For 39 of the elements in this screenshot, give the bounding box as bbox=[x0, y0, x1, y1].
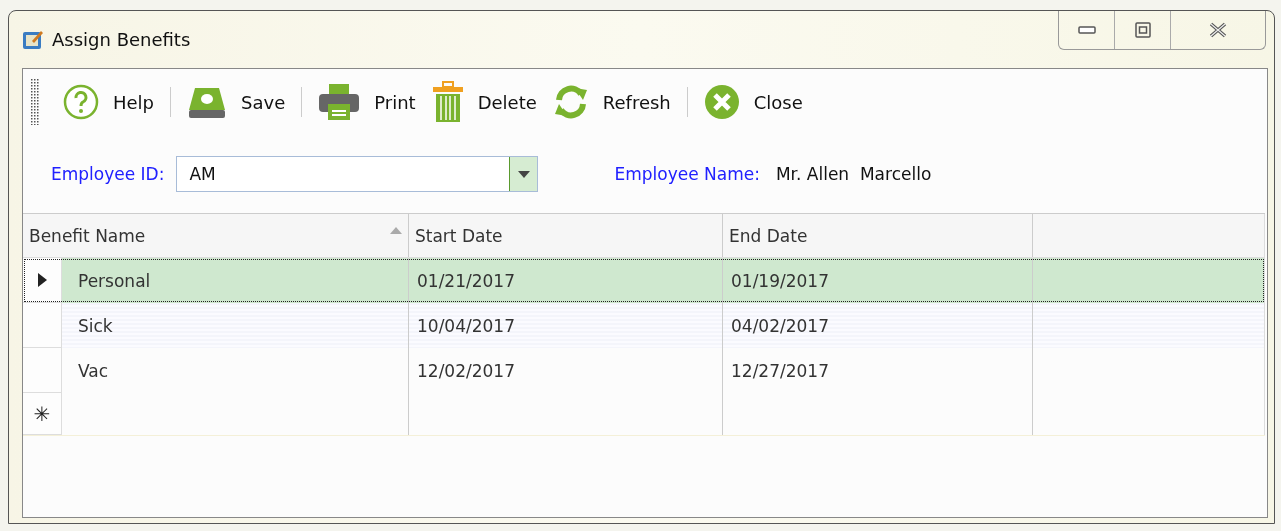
close-icon bbox=[1208, 22, 1228, 38]
new-row-marker: ✳ bbox=[33, 401, 51, 426]
refresh-icon bbox=[552, 84, 589, 120]
current-row-icon bbox=[37, 273, 47, 287]
table-cell: 04/02/2017 bbox=[731, 315, 829, 336]
table-cell: Personal bbox=[78, 270, 151, 291]
table-cell: Vac bbox=[78, 360, 109, 381]
print-button[interactable]: Print bbox=[312, 78, 422, 126]
trash-can-icon bbox=[431, 81, 464, 123]
delete-button[interactable]: Delete bbox=[425, 78, 543, 126]
employee-name-value: Mr. Allen Marcello bbox=[775, 164, 932, 184]
notepad-pencil-icon bbox=[22, 29, 44, 51]
dropdown-arrow-icon bbox=[517, 170, 530, 178]
table-row[interactable]: Vac 12/02/2017 12/27/2017 bbox=[23, 348, 1265, 393]
toolbar-grip-icon[interactable] bbox=[31, 79, 39, 125]
table-cell: 10/04/2017 bbox=[417, 315, 515, 336]
table-cell: 01/21/2017 bbox=[417, 270, 515, 291]
employee-id-label: Employee ID: bbox=[51, 164, 165, 184]
window-title: Assign Benefits bbox=[52, 29, 191, 50]
close-button[interactable]: Close bbox=[697, 78, 809, 126]
minimize-icon bbox=[1077, 26, 1096, 34]
employee-name-label: Employee Name: bbox=[614, 164, 760, 184]
column-header[interactable]: End Date bbox=[723, 214, 1033, 257]
help-icon bbox=[63, 84, 99, 120]
table-cell: Sick bbox=[78, 315, 113, 336]
save-button[interactable]: Save bbox=[181, 78, 292, 126]
table-cell: 12/02/2017 bbox=[417, 360, 515, 381]
column-header[interactable]: Start Date bbox=[409, 214, 723, 257]
table-row[interactable]: Sick 10/04/2017 04/02/2017 bbox=[23, 303, 1265, 348]
close-icon bbox=[703, 84, 740, 120]
table-cell: 01/19/2017 bbox=[731, 270, 829, 291]
table-row[interactable]: Personal 01/21/2017 01/19/2017 bbox=[23, 258, 1265, 303]
printer-icon bbox=[318, 82, 361, 122]
employee-id-dropdown[interactable]: AM bbox=[176, 156, 539, 192]
column-header[interactable]: Benefit Name bbox=[23, 214, 409, 257]
help-button[interactable]: Help bbox=[57, 78, 161, 126]
table-cell: 12/27/2017 bbox=[731, 360, 829, 381]
maximize-icon bbox=[1134, 22, 1151, 38]
refresh-button[interactable]: Refresh bbox=[546, 78, 677, 126]
